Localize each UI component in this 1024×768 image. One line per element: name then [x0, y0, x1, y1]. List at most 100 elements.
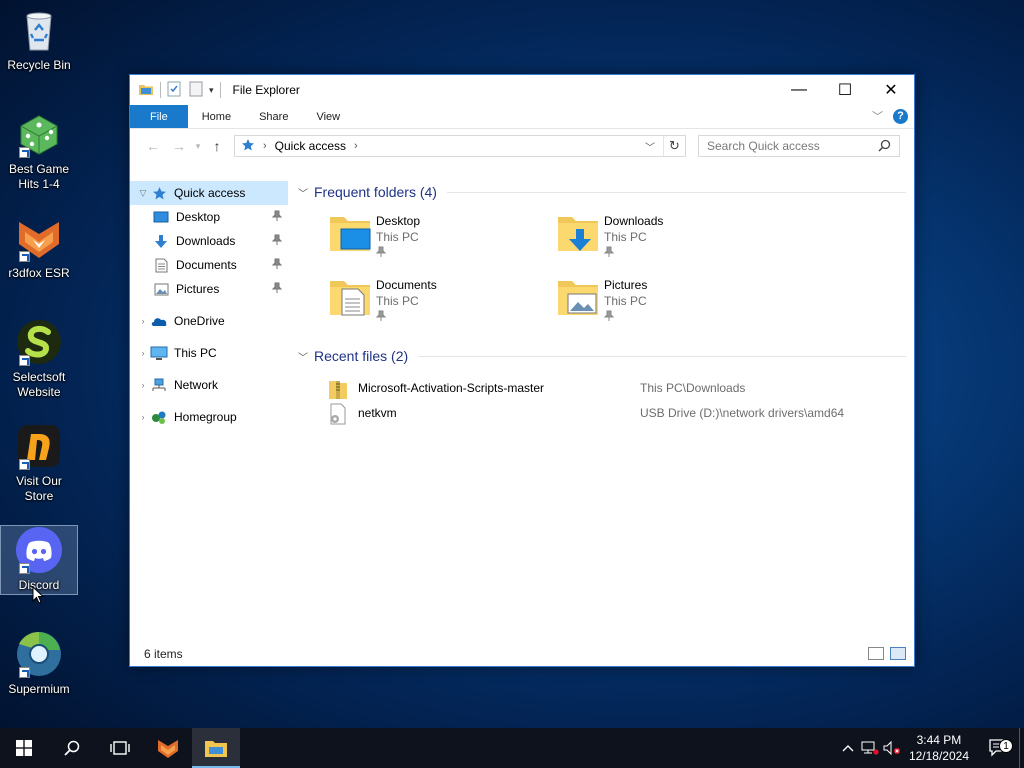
folder-tile-downloads[interactable]: Downloads This PC [556, 211, 784, 267]
customize-toolbar-chevron-icon[interactable]: ▾ [209, 85, 214, 96]
desktop-icon-r3dfox[interactable]: r3dfox ESR [4, 214, 74, 281]
new-folder-icon[interactable] [189, 81, 203, 100]
navigation-pane: ▽ Quick access Desktop Downloads Documen… [130, 177, 288, 642]
list-item[interactable]: netkvm USB Drive (D:)\network drivers\am… [298, 400, 914, 425]
maximize-button[interactable]: ☐ [822, 75, 868, 105]
nav-item-label: Pictures [176, 282, 220, 296]
desktop-icon-selectsoft[interactable]: Selectsoft Website [4, 318, 74, 400]
nav-item-pictures[interactable]: Pictures [130, 277, 288, 301]
breadcrumb-chevron-icon[interactable]: › [263, 140, 267, 152]
recent-files-header[interactable]: ﹀ Recent files (2) [298, 343, 914, 369]
nav-item-label: This PC [174, 346, 217, 360]
list-item[interactable]: Microsoft-Activation-Scripts-master This… [298, 375, 914, 400]
expand-chevron-icon[interactable]: › [136, 412, 150, 422]
minimize-button[interactable]: — [776, 75, 822, 105]
clock[interactable]: 3:44 PM 12/18/2024 [909, 732, 969, 764]
pin-icon [603, 246, 663, 261]
nav-item-desktop[interactable]: Desktop [130, 205, 288, 229]
desktop-icon-recycle-bin[interactable]: Recycle Bin [4, 6, 74, 73]
recent-file-name: Microsoft-Activation-Scripts-master [358, 380, 545, 395]
help-icon[interactable]: ? [893, 108, 908, 124]
nav-item-label: Network [174, 378, 219, 392]
nav-item-quick-access[interactable]: ▽ Quick access [130, 181, 288, 205]
nav-item-onedrive[interactable]: › OneDrive [130, 309, 288, 333]
main-pane: ﹀ Frequent folders (4) Desktop This PC D… [288, 177, 914, 642]
large-icons-view-icon[interactable] [890, 647, 906, 660]
expand-ribbon-chevron-icon[interactable]: ﹀ [872, 108, 883, 124]
tab-view[interactable]: View [302, 105, 354, 128]
up-arrow-icon[interactable]: ↑ [204, 138, 230, 154]
desktop-icon-visit-our-store[interactable]: Visit Our Store [4, 422, 74, 504]
tab-home[interactable]: Home [188, 105, 245, 128]
volume-muted-icon[interactable] [881, 741, 903, 755]
zip-folder-icon [328, 378, 348, 399]
action-center-button[interactable]: 1 [979, 739, 1019, 757]
refresh-icon[interactable]: ↻ [663, 136, 685, 156]
collapse-chevron-icon[interactable]: ▽ [136, 188, 150, 199]
title-bar[interactable]: ▾ File Explorer — ☐ ✕ [130, 75, 914, 105]
shortcut-arrow-icon [19, 147, 30, 158]
desktop-icon-discord[interactable]: Discord [0, 525, 78, 595]
network-status-icon[interactable] [859, 741, 881, 755]
nav-item-this-pc[interactable]: › This PC [130, 341, 288, 365]
forward-arrow-icon[interactable]: → [166, 138, 192, 154]
desktop-icon-best-game-hits[interactable]: Best Game Hits 1-4 [4, 110, 74, 192]
start-button[interactable] [0, 728, 48, 768]
explorer-content: ▽ Quick access Desktop Downloads Documen… [130, 177, 914, 642]
explorer-folder-icon [138, 82, 154, 99]
selectsoft-icon [15, 318, 63, 366]
back-arrow-icon[interactable]: ← [140, 138, 166, 154]
group-title: Frequent folders (4) [314, 184, 437, 200]
task-view-button[interactable] [96, 728, 144, 768]
show-desktop-button[interactable] [1019, 728, 1024, 768]
desktop-folder-icon [152, 209, 170, 225]
search-button[interactable] [48, 728, 96, 768]
tab-file[interactable]: File [130, 105, 188, 128]
expand-chevron-icon[interactable]: › [136, 348, 150, 358]
nav-item-label: Homegroup [174, 410, 237, 424]
recent-locations-chevron-icon[interactable]: ▾ [192, 141, 204, 152]
system-tray: 3:44 PM 12/18/2024 1 [837, 728, 1024, 768]
frequent-folders-header[interactable]: ﹀ Frequent folders (4) [298, 179, 914, 205]
collapse-chevron-icon[interactable]: ﹀ [298, 349, 308, 364]
taskbar-file-explorer[interactable] [192, 728, 240, 768]
toolbar-divider [160, 82, 161, 98]
pin-icon [375, 246, 420, 261]
desktop-icon-label: Best Game Hits 1-4 [8, 162, 70, 191]
homegroup-icon [150, 409, 168, 425]
settings-file-icon [328, 403, 348, 424]
address-bar[interactable]: › Quick access › ﹀ ↻ [234, 135, 686, 157]
collapse-chevron-icon[interactable]: ﹀ [298, 185, 308, 200]
nav-item-downloads[interactable]: Downloads [130, 229, 288, 253]
file-explorer-icon [205, 741, 227, 757]
nav-item-homegroup[interactable]: › Homegroup [130, 405, 288, 429]
address-dropdown-chevron-icon[interactable]: ﹀ [645, 139, 655, 154]
folder-tile-documents[interactable]: Documents This PC [328, 275, 556, 331]
search-input[interactable]: Search Quick access [698, 135, 900, 157]
folder-tile-pictures[interactable]: Pictures This PC [556, 275, 784, 331]
item-count: 6 items [144, 647, 183, 661]
breadcrumb-chevron-icon[interactable]: › [354, 140, 358, 152]
pin-icon [271, 282, 283, 297]
show-hidden-icons-chevron-icon[interactable] [837, 744, 859, 752]
properties-icon[interactable] [167, 81, 181, 100]
desktop-icon-label: r3dfox ESR [8, 266, 70, 280]
desktop-icon-supermium[interactable]: Supermium [4, 630, 74, 697]
details-view-icon[interactable] [868, 647, 884, 660]
pin-icon [375, 310, 437, 325]
close-button[interactable]: ✕ [868, 75, 914, 105]
pin-icon [271, 234, 283, 249]
desktop-icon-label: Supermium [8, 682, 70, 696]
shortcut-arrow-icon [19, 667, 30, 678]
tab-share[interactable]: Share [245, 105, 302, 128]
expand-chevron-icon[interactable]: › [136, 316, 150, 326]
nav-item-network[interactable]: › Network [130, 373, 288, 397]
expand-chevron-icon[interactable]: › [136, 380, 150, 390]
recent-file-path: USB Drive (D:)\network drivers\amd64 [640, 405, 845, 420]
shortcut-arrow-icon [19, 251, 30, 262]
nav-item-documents[interactable]: Documents [130, 253, 288, 277]
search-icon [64, 740, 80, 756]
breadcrumb-location[interactable]: Quick access [275, 139, 346, 153]
taskbar-r3dfox[interactable] [144, 728, 192, 768]
folder-tile-desktop[interactable]: Desktop This PC [328, 211, 556, 267]
